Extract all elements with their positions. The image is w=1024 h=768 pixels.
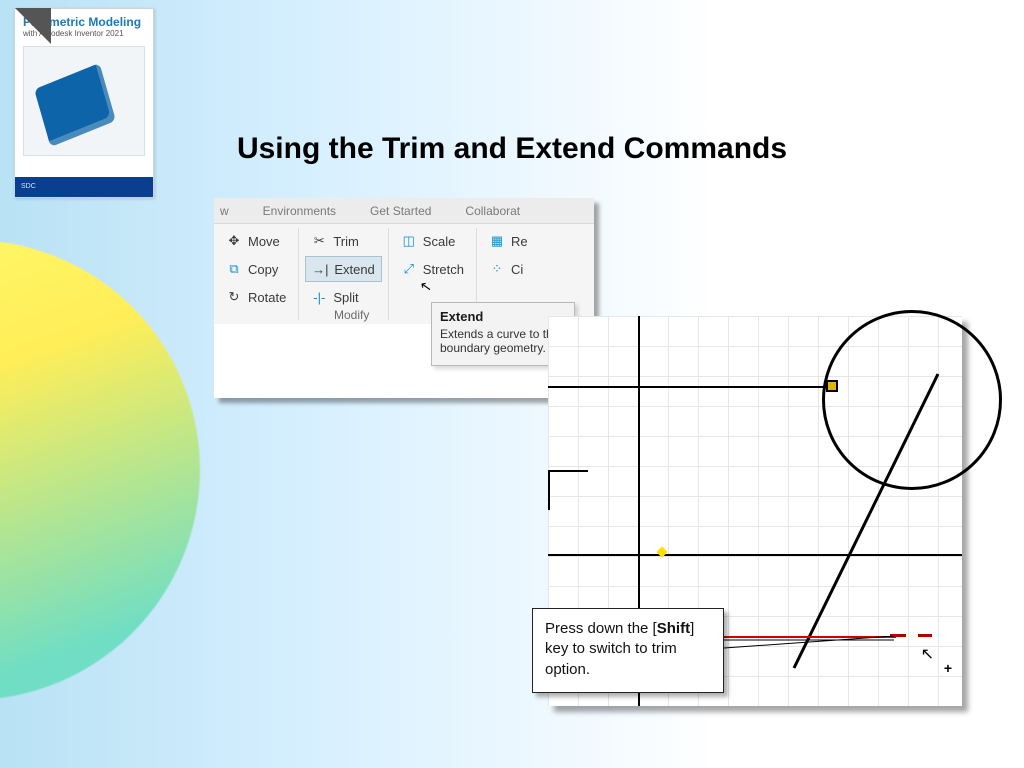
axis-horizontal	[548, 554, 962, 556]
callout-key: Shift	[657, 620, 690, 637]
ribbon-panel: w Environments Get Started Collaborat ✥ …	[214, 198, 594, 398]
callout-pre: Press down the [	[545, 620, 657, 637]
stretch-button[interactable]: ⤢ Stretch	[395, 256, 470, 282]
rectangular-pattern-button[interactable]: ▦ Re	[483, 228, 534, 254]
book-cover: Parametric Modeling with Autodesk Invent…	[14, 8, 154, 198]
ribbon-tabs: w Environments Get Started Collaborat	[214, 198, 594, 224]
sketch-corner	[548, 470, 588, 510]
split-icon: -|-	[311, 289, 327, 305]
move-label: Move	[248, 234, 280, 249]
rotate-icon: ↻	[226, 289, 242, 305]
ribbon-tab[interactable]: Environments	[263, 204, 336, 218]
move-icon: ✥	[226, 233, 242, 249]
rect-label: Re	[511, 234, 528, 249]
copy-button[interactable]: ⧉ Copy	[220, 256, 292, 282]
slide-heading: Using the Trim and Extend Commands	[0, 132, 1024, 166]
ribbon-tab[interactable]: Collaborat	[465, 204, 520, 218]
panel-label: Modify	[334, 308, 369, 322]
extend-button[interactable]: →| Extend	[305, 256, 381, 282]
rect-array-icon: ▦	[489, 233, 505, 249]
extend-icon: →|	[312, 261, 328, 277]
sketch-line	[548, 386, 832, 388]
trim-label: Trim	[333, 234, 359, 249]
ribbon-tab[interactable]: Get Started	[370, 204, 431, 218]
scale-label: Scale	[423, 234, 456, 249]
cursor-icon: ↖	[921, 644, 934, 664]
rotate-button[interactable]: ↻ Rotate	[220, 284, 292, 310]
extend-dash	[890, 634, 906, 637]
trim-button[interactable]: ✂ Trim	[305, 228, 381, 254]
sketch-circle	[822, 310, 1002, 490]
stretch-label: Stretch	[423, 262, 464, 277]
tooltip-body: Extends a curve to the boundary geometry…	[440, 327, 559, 355]
scale-button[interactable]: ◫ Scale	[395, 228, 470, 254]
copy-icon: ⧉	[226, 261, 242, 277]
extend-dash	[918, 634, 932, 637]
ribbon-tab[interactable]: w	[220, 204, 229, 218]
split-label: Split	[333, 290, 358, 305]
scale-icon: ◫	[401, 233, 417, 249]
rotate-label: Rotate	[248, 290, 286, 305]
book-publisher: SDC	[15, 177, 153, 197]
accent-arc	[0, 240, 200, 700]
circ-label: Ci	[511, 262, 523, 277]
endpoint-marker	[826, 380, 838, 392]
circ-array-icon: ⁘	[489, 261, 505, 277]
trim-icon: ✂	[311, 233, 327, 249]
split-button[interactable]: -|- Split	[305, 284, 381, 310]
hint-callout: Press down the [Shift] key to switch to …	[532, 608, 724, 693]
book-corner-ribbon	[15, 8, 51, 44]
extend-preview-line	[696, 636, 896, 638]
stretch-icon: ⤢	[401, 261, 417, 277]
copy-label: Copy	[248, 262, 278, 277]
plus-icon: +	[944, 660, 952, 676]
extend-label: Extend	[334, 262, 374, 277]
circular-pattern-button[interactable]: ⁘ Ci	[483, 256, 534, 282]
move-button[interactable]: ✥ Move	[220, 228, 292, 254]
